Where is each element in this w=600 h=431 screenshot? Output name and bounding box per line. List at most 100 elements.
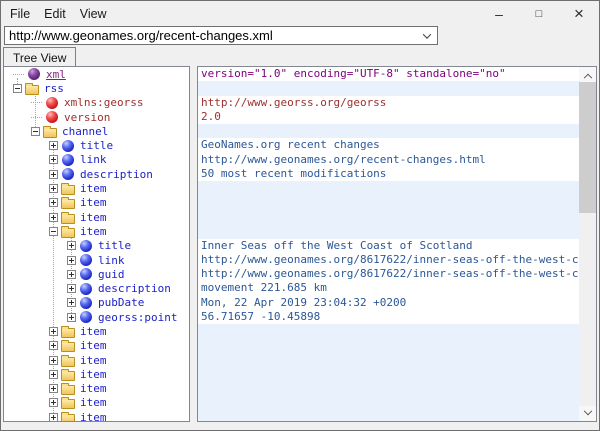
tree-node-channel[interactable]: channel bbox=[4, 124, 189, 138]
tree-node-label[interactable]: xml bbox=[45, 68, 67, 81]
tree-node-label[interactable]: link bbox=[79, 153, 108, 166]
tree-node-item[interactable]: item bbox=[4, 382, 189, 396]
tree-node-pubDate[interactable]: pubDate bbox=[4, 296, 189, 310]
url-input[interactable] bbox=[5, 27, 417, 44]
menu-edit[interactable]: Edit bbox=[37, 3, 73, 25]
xml-tree-panel[interactable]: xmlrssxmlns:georssversionchanneltitlelin… bbox=[3, 66, 190, 422]
expand-icon[interactable] bbox=[67, 298, 76, 307]
tree-node-link[interactable]: link bbox=[4, 253, 189, 267]
tree-node-rss[interactable]: rss bbox=[4, 81, 189, 95]
expand-icon[interactable] bbox=[67, 270, 76, 279]
tree-node-label[interactable]: item bbox=[79, 354, 108, 367]
tree-node-label[interactable]: item bbox=[79, 368, 108, 381]
menu-file[interactable]: File bbox=[3, 3, 37, 25]
close-button[interactable]: × bbox=[559, 1, 599, 26]
tree-node-item[interactable]: item bbox=[4, 339, 189, 353]
tree-node-label[interactable]: item bbox=[79, 411, 108, 422]
expand-icon[interactable] bbox=[67, 284, 76, 293]
tree-node-item[interactable]: item bbox=[4, 353, 189, 367]
tree-node-xmlns:georss[interactable]: xmlns:georss bbox=[4, 96, 189, 110]
url-combobox[interactable] bbox=[4, 26, 438, 45]
tree-node-guid[interactable]: guid bbox=[4, 267, 189, 281]
expand-icon[interactable] bbox=[67, 241, 76, 250]
maximize-button[interactable]: □ bbox=[519, 1, 559, 26]
app-window: FileEditView – □ × Tree View bbox=[0, 0, 600, 431]
expand-icon[interactable] bbox=[49, 413, 58, 422]
tab-tree-view[interactable]: Tree View bbox=[3, 47, 76, 66]
tree-node-item[interactable]: item bbox=[4, 196, 189, 210]
collapse-icon[interactable] bbox=[31, 127, 40, 136]
minimize-button[interactable]: – bbox=[479, 1, 519, 26]
tree-node-label[interactable]: link bbox=[97, 254, 126, 267]
tree-node-label[interactable]: channel bbox=[61, 125, 109, 138]
scrollbar-thumb[interactable] bbox=[579, 82, 596, 213]
tree-node-label[interactable]: item bbox=[79, 211, 108, 224]
value-row bbox=[198, 224, 579, 238]
tree-node-label[interactable]: item bbox=[79, 182, 108, 195]
tree-node-label[interactable]: item bbox=[79, 196, 108, 209]
tree-node-link[interactable]: link bbox=[4, 153, 189, 167]
tree-node-description[interactable]: description bbox=[4, 167, 189, 181]
folder-icon bbox=[61, 411, 75, 422]
scroll-down-button[interactable] bbox=[579, 406, 596, 421]
value-row: http://www.geonames.org/8617622/inner-se… bbox=[198, 253, 579, 267]
tree-node-item[interactable]: item bbox=[4, 181, 189, 195]
collapse-icon[interactable] bbox=[13, 84, 22, 93]
tree-node-label[interactable]: georss:point bbox=[97, 311, 178, 324]
value-row bbox=[198, 196, 579, 210]
tree-node-label[interactable]: pubDate bbox=[97, 296, 145, 309]
tree-node-item[interactable]: item bbox=[4, 324, 189, 338]
value-row: Inner Seas off the West Coast of Scotlan… bbox=[198, 239, 579, 253]
tree-node-label[interactable]: item bbox=[79, 396, 108, 409]
expand-icon[interactable] bbox=[49, 370, 58, 379]
tree-node-label[interactable]: description bbox=[97, 282, 172, 295]
tree-connector bbox=[13, 74, 24, 75]
tree-node-label[interactable]: title bbox=[97, 239, 132, 252]
tree-node-label[interactable]: rss bbox=[43, 82, 65, 95]
vertical-scrollbar[interactable] bbox=[579, 67, 596, 421]
scroll-up-button[interactable] bbox=[579, 67, 596, 82]
tree-node-item[interactable]: item bbox=[4, 410, 189, 422]
tree-node-item[interactable]: item bbox=[4, 396, 189, 410]
close-icon: × bbox=[574, 4, 584, 24]
expand-icon[interactable] bbox=[49, 184, 58, 193]
expand-icon[interactable] bbox=[49, 141, 58, 150]
tree-node-label[interactable]: item bbox=[79, 325, 108, 338]
expand-icon[interactable] bbox=[49, 384, 58, 393]
tree-node-item[interactable]: item bbox=[4, 367, 189, 381]
url-dropdown-button[interactable] bbox=[417, 27, 437, 44]
tree-node-item[interactable]: item bbox=[4, 210, 189, 224]
tree-node-label[interactable]: description bbox=[79, 168, 154, 181]
tree-node-georss:point[interactable]: georss:point bbox=[4, 310, 189, 324]
tree-node-label[interactable]: title bbox=[79, 139, 114, 152]
expand-icon[interactable] bbox=[49, 170, 58, 179]
value-row: Mon, 22 Apr 2019 23:04:32 +0200 bbox=[198, 296, 579, 310]
tree-node-label[interactable]: guid bbox=[97, 268, 126, 281]
tree-node-label[interactable]: xmlns:georss bbox=[63, 96, 144, 109]
tree-node-label[interactable]: version bbox=[63, 111, 111, 124]
expand-icon[interactable] bbox=[49, 198, 58, 207]
expand-icon[interactable] bbox=[49, 356, 58, 365]
tree-node-title[interactable]: title bbox=[4, 239, 189, 253]
panel-splitter[interactable] bbox=[190, 66, 197, 422]
tree-node-description[interactable]: description bbox=[4, 281, 189, 295]
tree-node-label[interactable]: item bbox=[79, 225, 108, 238]
expand-icon[interactable] bbox=[49, 155, 58, 164]
element-icon bbox=[61, 139, 75, 152]
menu-view[interactable]: View bbox=[73, 3, 114, 25]
expand-icon[interactable] bbox=[67, 256, 76, 265]
tree-node-item[interactable]: item bbox=[4, 224, 189, 238]
expand-icon[interactable] bbox=[67, 313, 76, 322]
tree-node-label[interactable]: item bbox=[79, 339, 108, 352]
expand-icon[interactable] bbox=[49, 398, 58, 407]
expand-icon[interactable] bbox=[49, 341, 58, 350]
value-row bbox=[198, 382, 579, 396]
tree-node-xml[interactable]: xml bbox=[4, 67, 189, 81]
tree-node-label[interactable]: item bbox=[79, 382, 108, 395]
tree-node-title[interactable]: title bbox=[4, 138, 189, 152]
expand-icon[interactable] bbox=[49, 327, 58, 336]
tree-node-version[interactable]: version bbox=[4, 110, 189, 124]
expand-icon[interactable] bbox=[49, 213, 58, 222]
folder-icon bbox=[61, 182, 75, 195]
collapse-icon[interactable] bbox=[49, 227, 58, 236]
